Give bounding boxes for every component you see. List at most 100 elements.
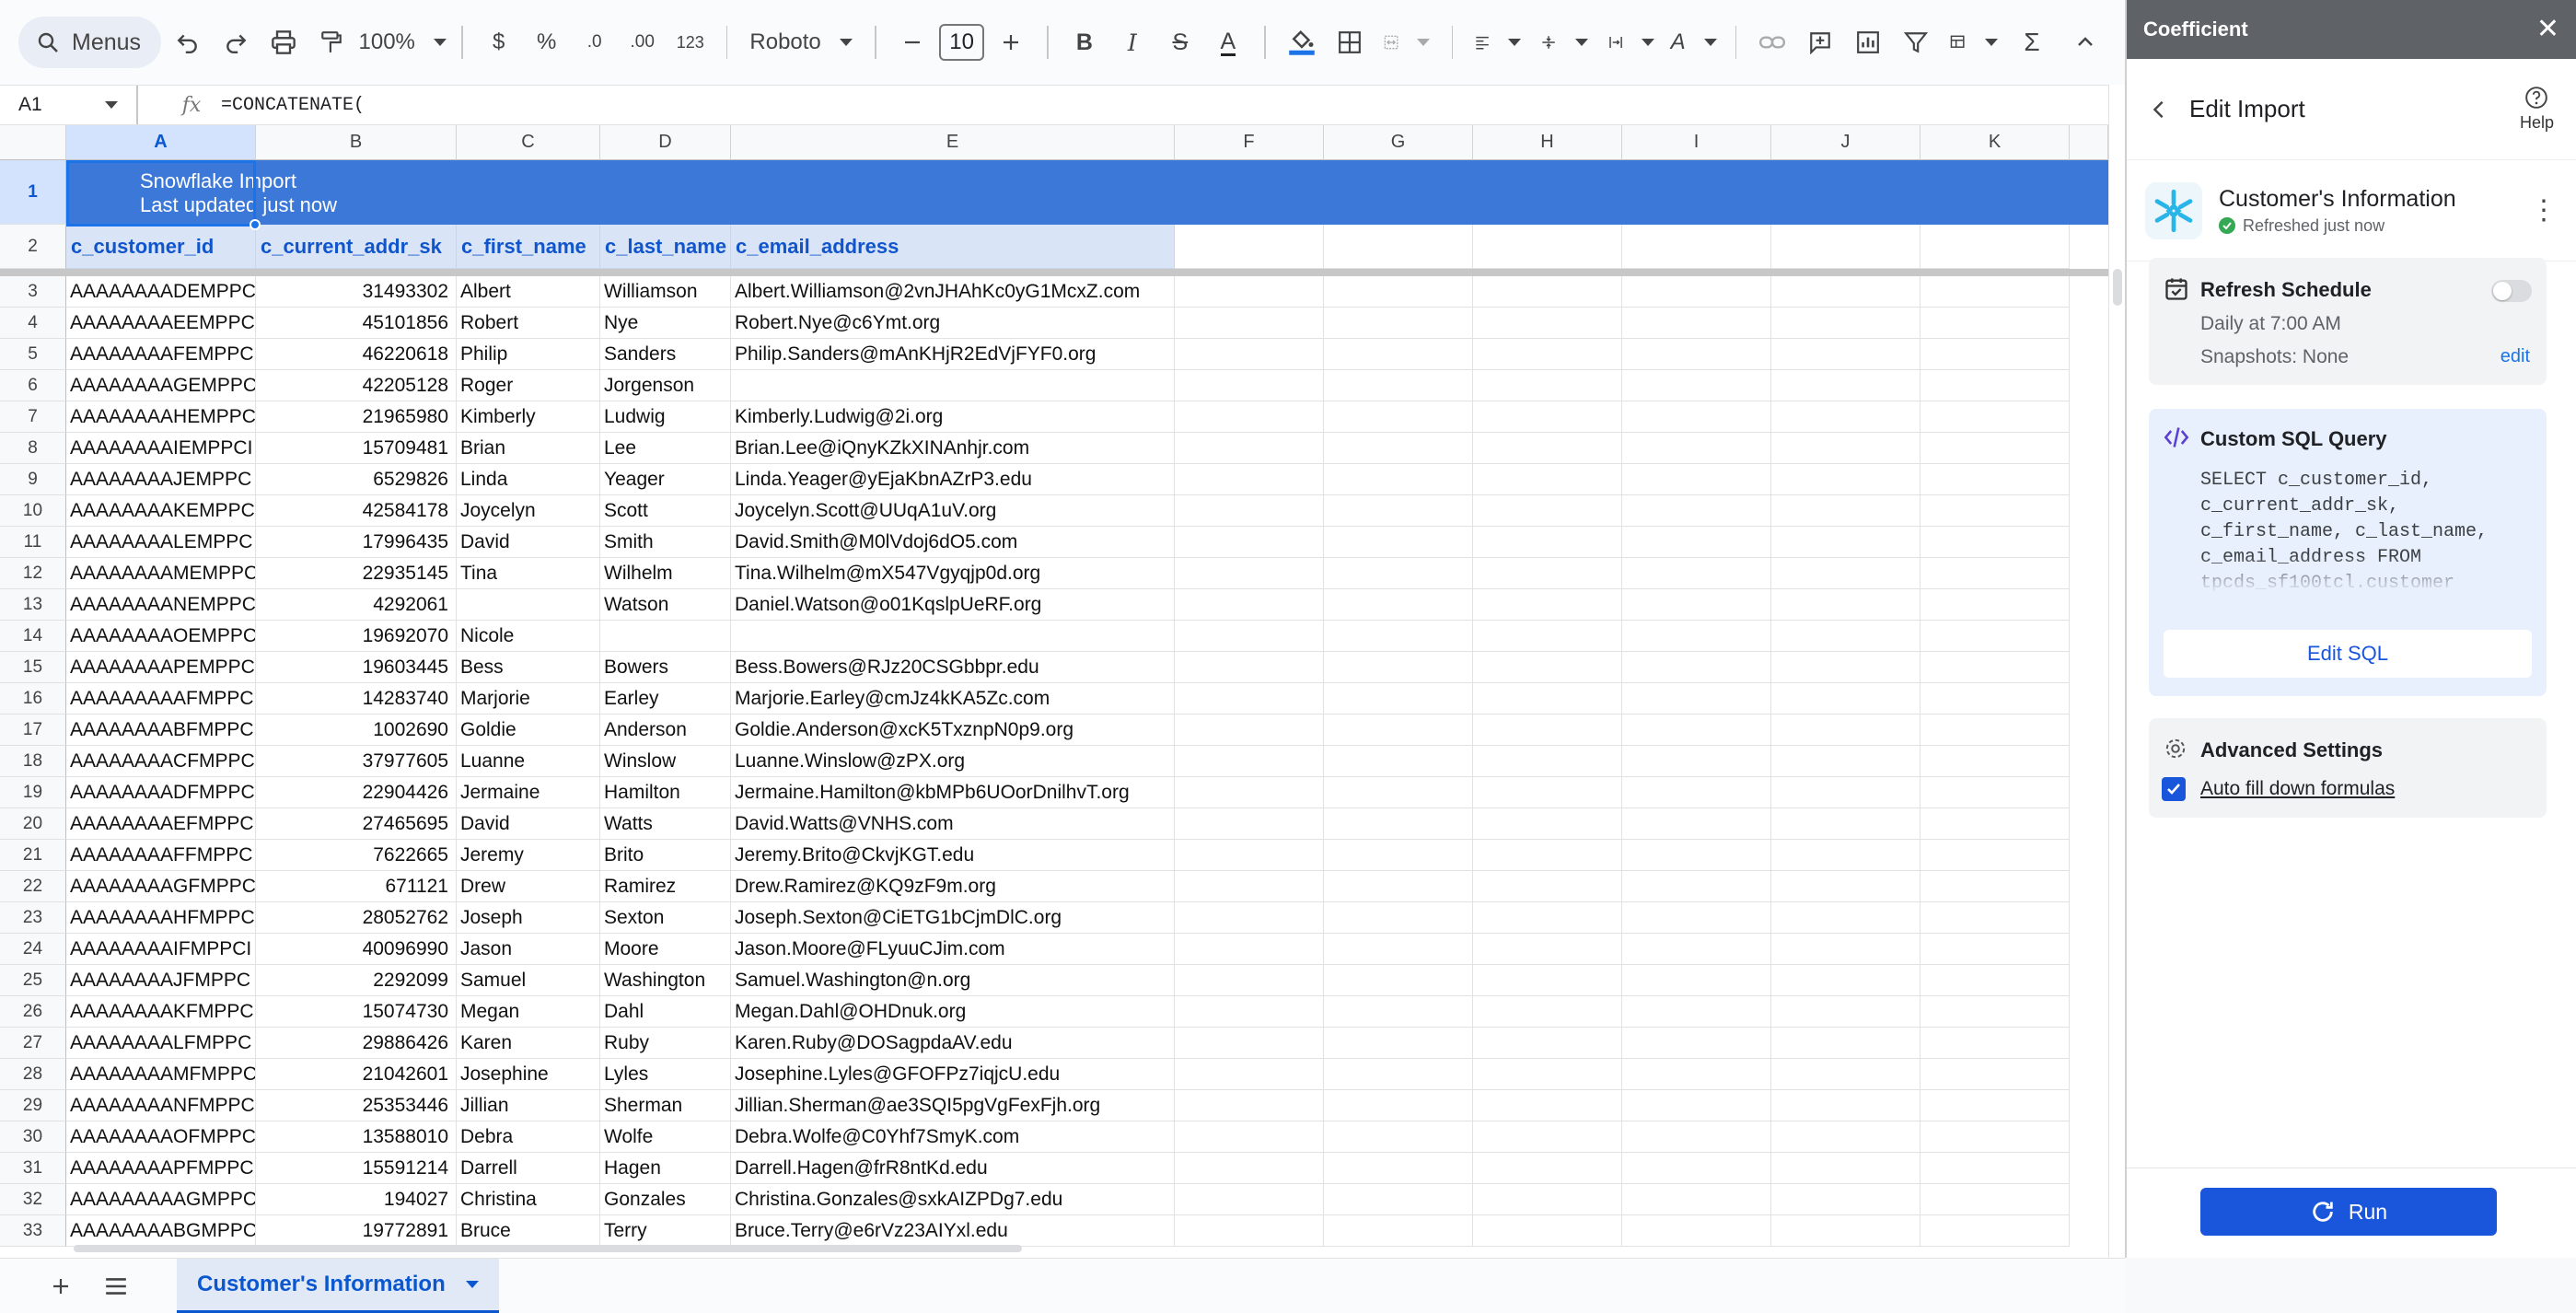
empty-cell[interactable] [1324,225,1473,269]
cell-email[interactable]: Drew.Ramirez@KQ9zF9m.org [731,871,1175,902]
empty-cell[interactable] [1771,808,1920,840]
row-number[interactable]: 17 [0,715,66,746]
cell-addr[interactable]: 194027 [256,1184,457,1215]
cell-email[interactable]: Robert.Nye@c6Ymt.org [731,308,1175,339]
empty-cell[interactable] [1920,558,2070,589]
empty-cell[interactable] [1175,495,1324,527]
cell-id[interactable]: AAAAAAAAPEMPPC [66,652,256,683]
empty-cell[interactable] [1771,1184,1920,1215]
cell-email[interactable]: Linda.Yeager@yEjaKbnAZrP3.edu [731,464,1175,495]
cell-first[interactable]: Bruce [457,1215,600,1247]
row-number[interactable]: 14 [0,621,66,652]
row-number[interactable]: 22 [0,871,66,902]
empty-cell[interactable] [1324,871,1473,902]
cell-addr[interactable]: 31493302 [256,276,457,308]
empty-cell[interactable] [1920,464,2070,495]
cell-first[interactable]: Philip [457,339,600,370]
row-number[interactable]: 33 [0,1215,66,1247]
empty-cell[interactable] [1324,308,1473,339]
row-number[interactable]: 2 [0,225,66,269]
empty-cell[interactable] [1324,621,1473,652]
text-color-button[interactable]: A [1207,18,1249,66]
row-number[interactable]: 5 [0,339,66,370]
cell-last[interactable]: Smith [600,527,731,558]
row-number[interactable]: 6 [0,370,66,401]
empty-cell[interactable] [1920,621,2070,652]
cell-id[interactable]: AAAAAAAAKEMPPC [66,495,256,527]
cell-email[interactable]: Bruce.Terry@e6rVz23AIYxl.edu [731,1215,1175,1247]
cell-addr[interactable]: 46220618 [256,339,457,370]
cell-first[interactable]: Jillian [457,1090,600,1121]
all-sheets-button[interactable] [92,1262,140,1310]
cell-email[interactable]: Joycelyn.Scott@UUqA1uV.org [731,495,1175,527]
empty-cell[interactable] [1920,840,2070,871]
cell-last[interactable]: Brito [600,840,731,871]
cell-last[interactable]: Jorgenson [600,370,731,401]
empty-cell[interactable] [1175,621,1324,652]
row-number[interactable]: 23 [0,902,66,934]
scrollbar-thumb[interactable] [2113,269,2122,306]
row-number[interactable]: 26 [0,996,66,1028]
row-number[interactable]: 3 [0,276,66,308]
cell-addr[interactable]: 1002690 [256,715,457,746]
empty-cell[interactable] [1473,1215,1622,1247]
empty-cell[interactable] [1175,401,1324,433]
column-header-cell[interactable]: c_current_addr_sk [256,225,457,269]
cell-addr[interactable]: 2292099 [256,965,457,996]
empty-cell[interactable] [1622,996,1771,1028]
row-number[interactable]: 16 [0,683,66,715]
empty-cell[interactable] [1622,558,1771,589]
cell-addr[interactable]: 17996435 [256,527,457,558]
cell-email[interactable] [731,370,1175,401]
cell-addr[interactable]: 45101856 [256,308,457,339]
cell-first[interactable]: Goldie [457,715,600,746]
empty-cell[interactable] [1175,902,1324,934]
empty-cell[interactable] [1920,370,2070,401]
cell-id[interactable]: AAAAAAAAKFMPPC [66,996,256,1028]
row-number[interactable]: 32 [0,1184,66,1215]
empty-cell[interactable] [1175,339,1324,370]
empty-cell[interactable] [1473,1184,1622,1215]
empty-cell[interactable] [1175,276,1324,308]
empty-cell[interactable] [1920,401,2070,433]
menus-search[interactable]: Menus [18,17,162,68]
row-number[interactable]: 4 [0,308,66,339]
column-header-cell[interactable]: c_first_name [457,225,600,269]
column-header-a[interactable]: A [66,125,256,160]
vertical-scrollbar[interactable] [2108,85,2125,1258]
empty-cell[interactable] [1920,965,2070,996]
empty-cell[interactable] [1175,1090,1324,1121]
empty-cell[interactable] [1920,652,2070,683]
cell-email[interactable]: Christina.Gonzales@sxkAIZPDg7.edu [731,1184,1175,1215]
empty-cell[interactable] [1622,871,1771,902]
empty-cell[interactable] [1473,683,1622,715]
insert-chart-button[interactable] [1847,18,1889,66]
cell-first[interactable]: David [457,808,600,840]
cell-last[interactable]: Ruby [600,1028,731,1059]
cell-id[interactable]: AAAAAAAABFMPPC [66,715,256,746]
empty-cell[interactable] [1771,401,1920,433]
cell-addr[interactable]: 21965980 [256,401,457,433]
empty-cell[interactable] [1920,777,2070,808]
empty-cell[interactable] [1771,433,1920,464]
empty-cell[interactable] [1473,527,1622,558]
empty-cell[interactable] [1920,339,2070,370]
run-button[interactable]: Run [2200,1188,2497,1236]
empty-cell[interactable] [1175,715,1324,746]
italic-button[interactable]: I [1111,18,1154,66]
empty-cell[interactable] [1622,808,1771,840]
empty-cell[interactable] [1622,276,1771,308]
empty-cell[interactable] [1175,871,1324,902]
cell-id[interactable]: AAAAAAAAAGMPPC [66,1184,256,1215]
cell-email[interactable]: David.Smith@M0lVdoj6dO5.com [731,527,1175,558]
empty-cell[interactable] [1771,777,1920,808]
empty-cell[interactable] [1473,401,1622,433]
cell-addr[interactable]: 19603445 [256,652,457,683]
cell-last[interactable]: Wilhelm [600,558,731,589]
cell-addr[interactable]: 13588010 [256,1121,457,1153]
empty-cell[interactable] [1771,495,1920,527]
cell-last[interactable]: Moore [600,934,731,965]
fill-handle[interactable] [249,219,261,230]
cell-last[interactable]: Sanders [600,339,731,370]
empty-cell[interactable] [1920,1121,2070,1153]
